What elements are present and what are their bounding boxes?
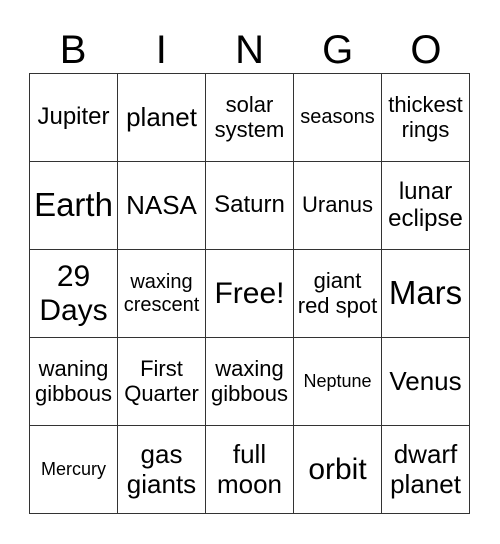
header-letter-n: N <box>235 28 264 72</box>
bingo-cell[interactable]: planet <box>118 74 206 162</box>
bingo-cell[interactable]: seasons <box>294 74 382 162</box>
bingo-cell[interactable]: waning gibbous <box>30 338 118 426</box>
bingo-cell[interactable]: solar system <box>206 74 294 162</box>
bingo-cell[interactable]: Mercury <box>30 426 118 514</box>
bingo-cell[interactable]: giant red spot <box>294 250 382 338</box>
header-letter-g: G <box>322 28 354 72</box>
bingo-cell[interactable]: Uranus <box>294 162 382 250</box>
header-letter-i: I <box>155 28 167 72</box>
bingo-cell[interactable]: Saturn <box>206 162 294 250</box>
bingo-cell-free[interactable]: Free! <box>206 250 294 338</box>
bingo-cell[interactable]: Earth <box>30 162 118 250</box>
bingo-cell[interactable]: First Quarter <box>118 338 206 426</box>
bingo-header: B I N G O <box>29 28 470 73</box>
bingo-cell[interactable]: waxing gibbous <box>206 338 294 426</box>
bingo-cell[interactable]: thickest rings <box>382 74 470 162</box>
bingo-cell[interactable]: Mars <box>382 250 470 338</box>
bingo-cell[interactable]: waxing crescent <box>118 250 206 338</box>
bingo-cell[interactable]: Neptune <box>294 338 382 426</box>
bingo-cell[interactable]: gas giants <box>118 426 206 514</box>
bingo-cell[interactable]: 29 Days <box>30 250 118 338</box>
bingo-cell[interactable]: dwarf planet <box>382 426 470 514</box>
bingo-cell[interactable]: Jupiter <box>30 74 118 162</box>
bingo-cell[interactable]: full moon <box>206 426 294 514</box>
bingo-cell[interactable]: lunar eclipse <box>382 162 470 250</box>
header-letter-b: B <box>59 28 87 72</box>
header-letter-o: O <box>410 28 442 72</box>
bingo-cell[interactable]: NASA <box>118 162 206 250</box>
bingo-grid: Jupiter planet solar system seasons thic… <box>29 73 470 514</box>
bingo-cell[interactable]: Venus <box>382 338 470 426</box>
bingo-cell[interactable]: orbit <box>294 426 382 514</box>
